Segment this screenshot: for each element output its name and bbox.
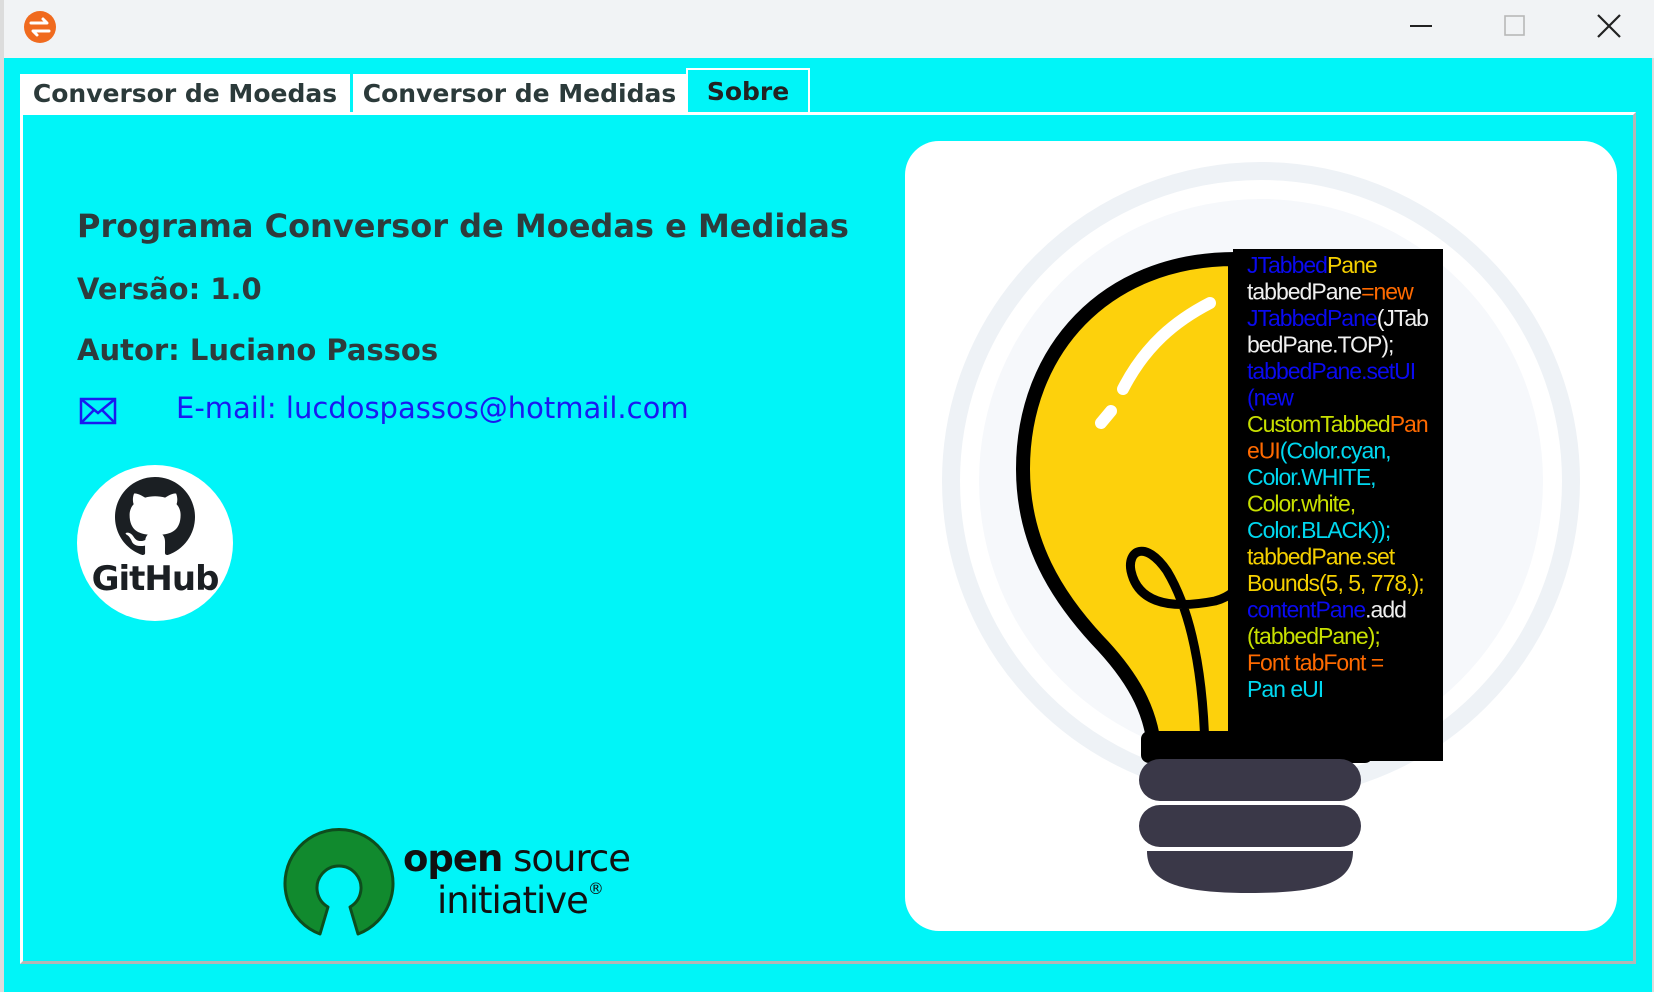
title-bar <box>4 0 1654 58</box>
currency-exchange-icon <box>24 11 56 43</box>
email-link[interactable]: E-mail: lucdospassos@hotmail.com <box>176 391 689 425</box>
code-token: (new <box>1247 385 1294 411</box>
open-source-keyhole-icon <box>283 827 395 936</box>
code-token: CustomTabbed <box>1247 411 1390 437</box>
code-token: eUI <box>1247 438 1280 464</box>
code-token: (tabbedPane); <box>1247 623 1380 649</box>
code-token: Pan eUI <box>1247 676 1323 702</box>
osi-text-line2: initiative® <box>437 879 604 922</box>
osi-registered-mark: ® <box>587 879 604 898</box>
code-token: (JTab <box>1377 305 1428 331</box>
code-line: Font tabFont = <box>1247 650 1384 676</box>
lightbulb-illustration: JTabbedPane tabbedPane=new JTabbedPane(JTa… <box>905 141 1617 931</box>
code-line: Bounds(5, 5, 778,); <box>1247 570 1424 596</box>
minimize-icon <box>1410 25 1432 27</box>
version-label: Versão: 1.0 <box>77 272 262 306</box>
code-token: JTabbedPane <box>1247 305 1377 331</box>
code-line: Color.WHITE, <box>1247 464 1376 490</box>
code-line: Pan eUI <box>1247 676 1323 702</box>
about-panel: Programa Conversor de Moedas e Medidas V… <box>20 112 1636 964</box>
code-token: Pan <box>1390 411 1428 437</box>
code-token: Bounds(5, 5, 778,); <box>1247 570 1424 596</box>
code-token: Color.WHITE, <box>1247 464 1376 490</box>
code-line: JTabbedPane <box>1247 252 1377 278</box>
osi-text-line1: open source <box>403 837 631 880</box>
code-line: tabbedPane.set <box>1247 544 1396 570</box>
code-line: tabbedPane=new <box>1247 279 1414 305</box>
maximize-icon <box>1504 15 1525 36</box>
code-line: CustomTabbedPan <box>1247 411 1428 437</box>
tab-sobre[interactable]: Sobre <box>686 68 810 112</box>
code-token: tabbedPane.setUI <box>1247 358 1415 384</box>
code-line: JTabbedPane(JTab <box>1247 305 1428 331</box>
app-window: Conversor de Moedas Conversor de Medidas… <box>0 0 1654 992</box>
osi-initiative-word: initiative <box>437 879 589 922</box>
github-octocat-icon <box>115 477 195 556</box>
code-line: Color.white, <box>1247 491 1355 517</box>
code-token: =new <box>1361 279 1414 305</box>
code-token: Font tabFont = <box>1247 650 1384 676</box>
close-icon <box>1597 14 1621 38</box>
code-line: (new <box>1247 385 1294 411</box>
code-line: eUI(Color.cyan, <box>1247 438 1391 464</box>
author-label: Autor: Luciano Passos <box>77 333 439 367</box>
code-token: Pane <box>1327 252 1377 278</box>
code-token: JTabbed <box>1247 252 1327 278</box>
code-token: .add <box>1365 597 1406 623</box>
envelope-icon <box>79 397 117 425</box>
github-label: GitHub <box>91 559 220 599</box>
code-line: bedPane.TOP); <box>1247 332 1393 358</box>
code-token: Color.white, <box>1247 491 1355 517</box>
code-line: Color.BLACK)); <box>1247 517 1390 543</box>
github-button[interactable]: GitHub <box>77 465 233 621</box>
code-token: tabbedPane.set <box>1247 544 1396 570</box>
tab-conversor-medidas[interactable]: Conversor de Medidas <box>353 74 686 112</box>
tab-conversor-moedas[interactable]: Conversor de Moedas <box>20 74 350 112</box>
code-token: (Color.cyan, <box>1280 438 1391 464</box>
minimize-button[interactable] <box>1376 0 1466 52</box>
maximize-button[interactable] <box>1470 0 1560 52</box>
code-line: tabbedPane.setUI <box>1247 358 1415 384</box>
code-line: (tabbedPane); <box>1247 623 1380 649</box>
code-token: tabbedPane <box>1247 279 1361 305</box>
osi-open-word: open <box>403 837 503 880</box>
code-line: contentPane.add <box>1247 597 1406 623</box>
code-token: contentPane <box>1247 597 1365 623</box>
close-button[interactable] <box>1564 0 1654 52</box>
code-token: Color.BLACK)); <box>1247 517 1390 543</box>
code-token: bedPane.TOP); <box>1247 332 1393 358</box>
osi-source-word: source <box>502 837 631 880</box>
program-title: Programa Conversor de Moedas e Medidas <box>77 207 849 245</box>
osi-logo: open source initiative® <box>281 827 653 943</box>
